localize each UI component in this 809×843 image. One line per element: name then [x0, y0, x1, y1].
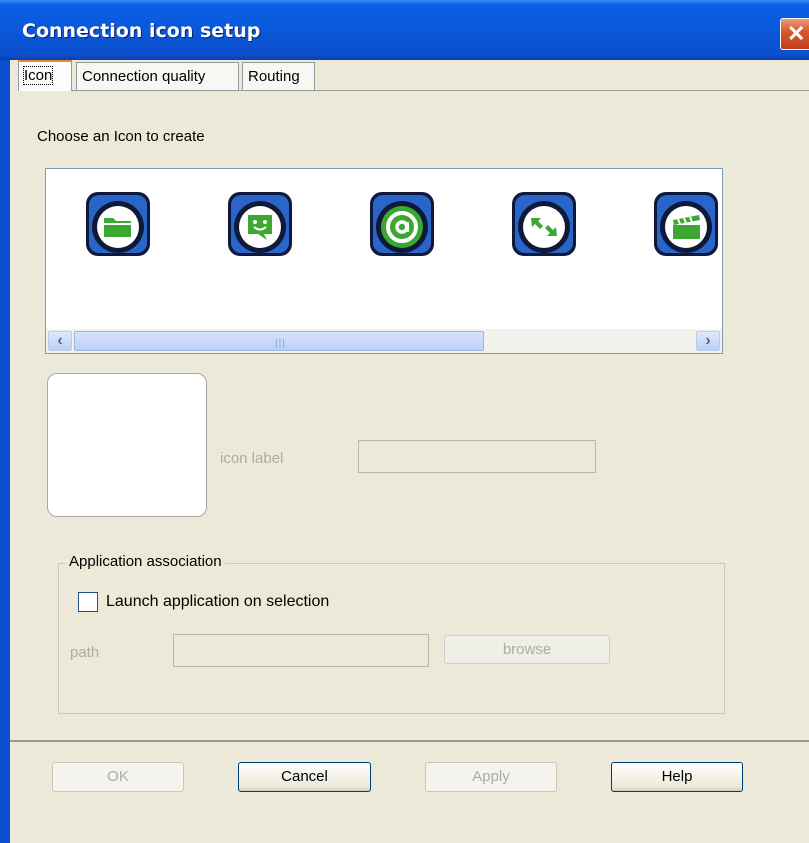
chevron-right-icon: › — [705, 332, 711, 349]
chevron-left-icon: ‹ — [57, 332, 63, 349]
tab-icon[interactable]: Icon — [18, 60, 72, 91]
at-sign-icon[interactable] — [369, 191, 435, 257]
horizontal-scrollbar[interactable]: ‹ ||| › — [46, 329, 722, 353]
launch-application-label[interactable]: Launch application on selection — [106, 593, 329, 611]
help-button[interactable]: Help — [611, 762, 743, 792]
tab-icon-label: Icon — [22, 66, 54, 85]
tab-connection-quality-label: Connection quality — [82, 68, 206, 85]
browse-button[interactable]: browse — [444, 635, 610, 664]
scroll-thumb[interactable]: ||| — [74, 331, 484, 351]
arrows-icon[interactable] — [511, 191, 577, 257]
icon-list[interactable]: ‹ ||| › — [45, 168, 723, 354]
title-bar[interactable]: Connection icon setup ✕ — [0, 0, 809, 60]
ok-button[interactable]: OK — [52, 762, 184, 792]
icon-label-caption: icon label — [220, 450, 284, 467]
icon-label-field[interactable] — [358, 440, 596, 473]
close-button[interactable]: ✕ — [780, 18, 809, 50]
tab-routing[interactable]: Routing — [242, 62, 315, 90]
window-border — [0, 60, 10, 843]
application-association-title: Application association — [66, 553, 225, 570]
scroll-left-button[interactable]: ‹ — [48, 331, 72, 351]
chat-icon[interactable] — [227, 191, 293, 257]
scroll-grip: ||| — [275, 338, 286, 349]
launch-application-checkbox[interactable] — [78, 592, 98, 612]
path-label: path — [70, 644, 100, 661]
clapperboard-icon[interactable] — [653, 191, 719, 257]
icon-preview — [47, 373, 207, 517]
path-field[interactable] — [173, 634, 429, 667]
window-title: Connection icon setup — [22, 20, 261, 42]
scroll-right-button[interactable]: › — [696, 331, 720, 351]
cancel-button[interactable]: Cancel — [238, 762, 371, 792]
choose-icon-label: Choose an Icon to create — [37, 128, 205, 145]
tab-routing-label: Routing — [248, 68, 300, 85]
close-icon: ✕ — [787, 21, 806, 46]
footer-separator — [10, 740, 809, 742]
tab-connection-quality[interactable]: Connection quality — [76, 62, 239, 90]
folder-icon[interactable] — [85, 191, 151, 257]
apply-button[interactable]: Apply — [425, 762, 557, 792]
